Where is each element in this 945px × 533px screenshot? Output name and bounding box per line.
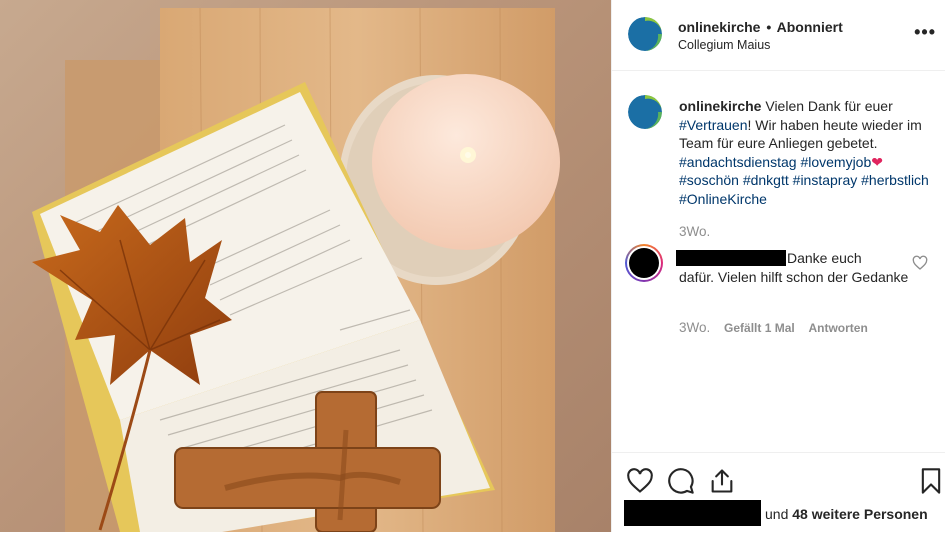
more-icon[interactable]: ••• xyxy=(914,22,936,43)
follow-status[interactable]: Abonniert xyxy=(777,19,843,35)
share-icon[interactable] xyxy=(708,467,736,495)
hashtag-link[interactable]: #Vertrauen xyxy=(679,117,748,133)
hashtag-link[interactable]: #soschön xyxy=(679,172,739,188)
comment-like-heart-icon[interactable] xyxy=(912,255,928,271)
comment-likes[interactable]: Gefällt 1 Mal xyxy=(724,321,795,335)
comment-icon[interactable] xyxy=(667,467,695,495)
header-user-line: onlinekirche • Abonniert xyxy=(678,19,843,35)
onlinekirche-logo-icon xyxy=(628,17,662,51)
likes-summary[interactable]: und 48 weitere Personen xyxy=(765,506,928,522)
profile-avatar[interactable] xyxy=(628,17,662,51)
comment-meta: 3Wo. Gefällt 1 Mal Antworten xyxy=(679,320,878,335)
caption-avatar[interactable] xyxy=(628,95,662,129)
post-image-illustration xyxy=(32,7,560,532)
heart-icon[interactable] xyxy=(626,467,654,495)
heart-emoji-icon: ❤ xyxy=(871,153,883,170)
hashtag-link[interactable]: #herbstlich xyxy=(861,172,929,188)
caption-timestamp[interactable]: 3Wo. xyxy=(679,224,710,239)
hashtag-link[interactable]: #dnkgtt xyxy=(743,172,789,188)
likes-count[interactable]: 48 weitere Personen xyxy=(792,506,927,522)
hashtag-link[interactable]: #instapray xyxy=(793,172,858,188)
header-username[interactable]: onlinekirche xyxy=(678,19,760,35)
reply-button[interactable]: Antworten xyxy=(808,321,867,335)
likes-prefix: und xyxy=(765,506,789,522)
caption-text: Vielen Dank für euer xyxy=(765,98,893,114)
header-separator: • xyxy=(766,19,772,35)
redacted-username xyxy=(676,250,786,266)
hashtag-link[interactable]: #OnlineKirche xyxy=(679,191,767,207)
hashtag-link[interactable]: #andachtsdienstag xyxy=(679,154,797,170)
hashtag-link[interactable]: #lovemyjob xyxy=(800,154,871,170)
comment-text: Danke euch xyxy=(787,250,862,266)
commenter-avatar-image xyxy=(629,248,659,278)
comment-timestamp[interactable]: 3Wo. xyxy=(679,320,710,335)
post-header: onlinekirche • Abonniert Collegium Maius… xyxy=(612,0,945,71)
post-sidebar: onlinekirche • Abonniert Collegium Maius… xyxy=(611,0,945,532)
commenter-avatar[interactable] xyxy=(625,244,663,282)
redacted-liker xyxy=(624,500,761,526)
action-bar: und 48 weitere Personen xyxy=(612,452,945,533)
post-caption: onlinekirche Vielen Dank für euer #Vertr… xyxy=(679,97,931,208)
bookmark-icon[interactable] xyxy=(917,467,945,495)
onlinekirche-logo-icon xyxy=(628,95,662,129)
post-image[interactable] xyxy=(0,0,611,532)
comment-text-continued: dafür. Vielen hilft schon der Gedanke xyxy=(679,269,909,285)
location-link[interactable]: Collegium Maius xyxy=(678,38,770,52)
caption-username[interactable]: onlinekirche xyxy=(679,98,761,114)
